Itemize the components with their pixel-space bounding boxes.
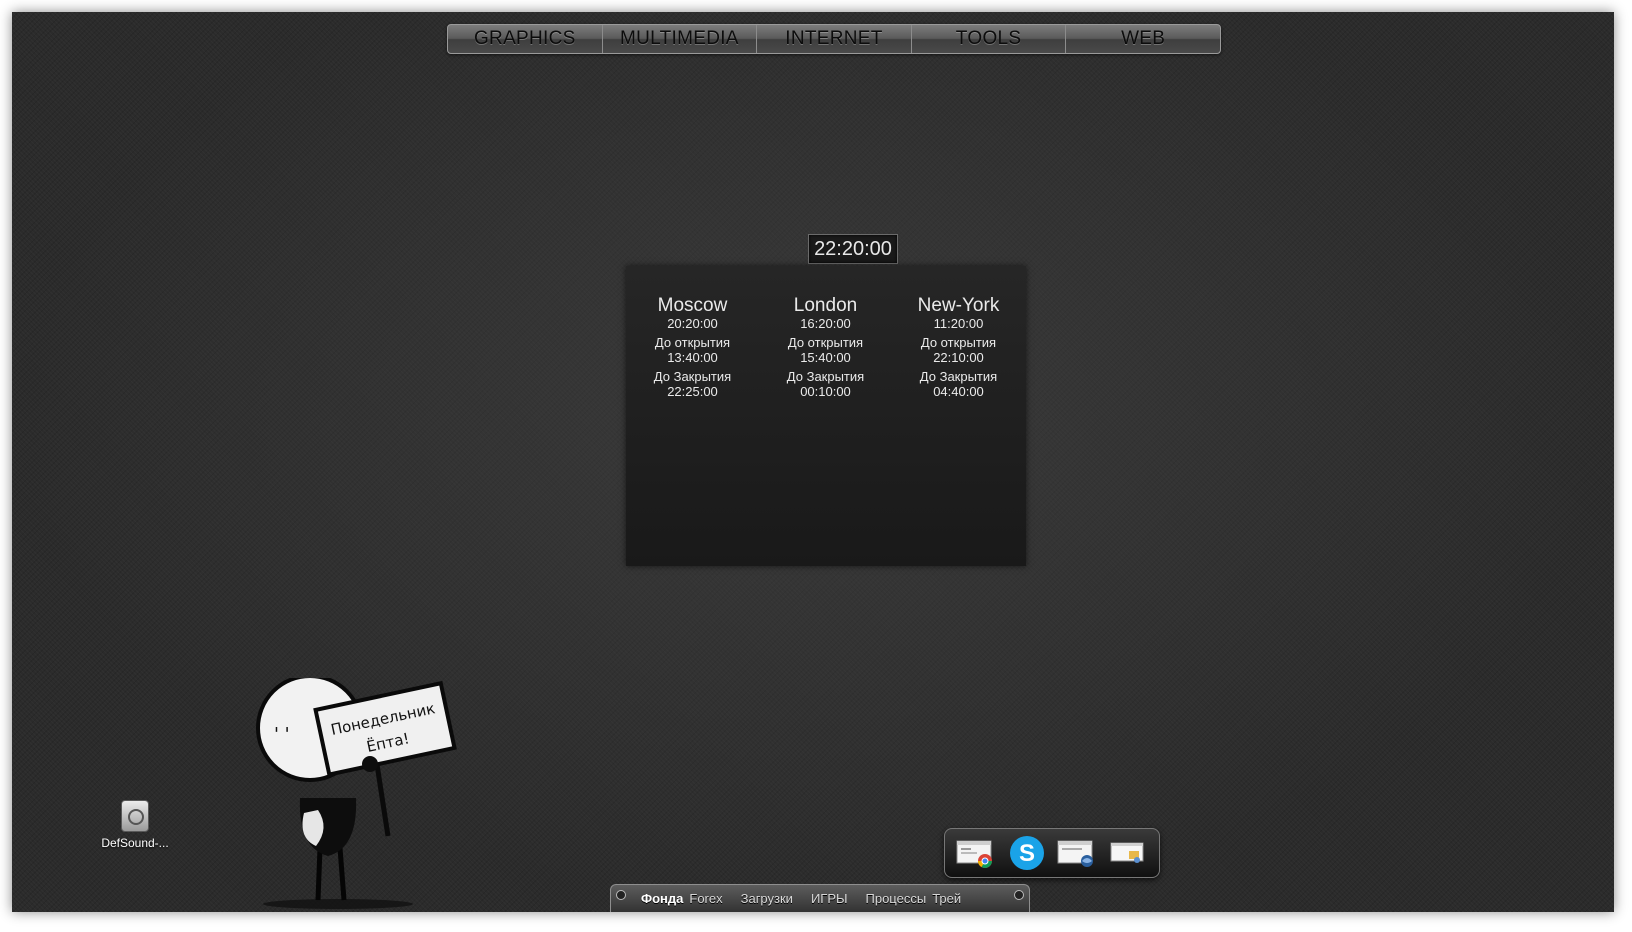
city-time: 11:20:00 — [933, 316, 984, 331]
svg-text:' ': ' ' — [274, 724, 290, 745]
open-label: До открытия — [920, 335, 997, 350]
city-name: New-York — [917, 295, 1000, 316]
top-launcher-menu: GRAPHICS MULTIMEDIA INTERNET TOOLS WEB — [447, 24, 1221, 54]
close-countdown: 22:25:00 — [667, 384, 718, 399]
market-column-london: London 16:20:00 До открытия 15:40:00 До … — [759, 295, 892, 400]
city-time: 16:20:00 — [800, 316, 851, 331]
menu-item-internet[interactable]: INTERNET — [757, 25, 912, 53]
left-rivet-icon — [616, 890, 626, 900]
city-time: 20:20:00 — [667, 316, 718, 331]
menu-item-tools[interactable]: TOOLS — [912, 25, 1067, 53]
desktop-icon-defsound[interactable]: DefSound-... — [90, 800, 180, 850]
close-label: До Закрытия — [653, 369, 732, 384]
menu-item-graphics[interactable]: GRAPHICS — [448, 25, 603, 53]
svg-text:S: S — [1019, 840, 1035, 867]
clock-widget: 22:20:00 — [808, 234, 898, 264]
skype-icon[interactable]: S — [1006, 834, 1048, 872]
city-name: London — [793, 295, 858, 316]
open-label: До открытия — [654, 335, 731, 350]
close-label: До Закрытия — [919, 369, 998, 384]
right-rivet-icon — [1014, 890, 1024, 900]
desktop-icon-label: DefSound-... — [101, 836, 169, 850]
open-label: До открытия — [787, 335, 864, 350]
speaker-file-icon — [121, 800, 149, 832]
desktop: GRAPHICS MULTIMEDIA INTERNET TOOLS WEB 2… — [12, 12, 1614, 912]
close-label: До Закрытия — [786, 369, 865, 384]
tab-processes[interactable]: Процессы — [866, 891, 927, 906]
bottom-tabs: Фонда Forex Загрузки ИГРЫ Процессы Трей — [641, 891, 979, 906]
app-dock: S — [944, 828, 1160, 878]
market-column-new-york: New-York 11:20:00 До открытия 22:10:00 Д… — [892, 295, 1025, 400]
city-name: Moscow — [657, 295, 728, 316]
tab-downloads[interactable]: Загрузки — [741, 891, 793, 906]
wallpaper-cartoon-character: ' ' Понедельник Ёпта! — [256, 678, 457, 909]
thunderbird-window-icon[interactable] — [1056, 834, 1098, 872]
explorer-window-icon[interactable] — [1107, 834, 1149, 872]
market-hours-widget: Moscow 20:20:00 До открытия 13:40:00 До … — [626, 266, 1026, 566]
open-countdown: 22:10:00 — [933, 350, 984, 365]
tab-tray[interactable]: Трей — [932, 891, 961, 906]
tab-fonda[interactable]: Фонда — [641, 891, 683, 906]
menu-item-web[interactable]: WEB — [1066, 25, 1220, 53]
tab-games[interactable]: ИГРЫ — [811, 891, 848, 906]
market-column-moscow: Moscow 20:20:00 До открытия 13:40:00 До … — [626, 295, 759, 400]
close-countdown: 00:10:00 — [800, 384, 851, 399]
open-countdown: 13:40:00 — [667, 350, 718, 365]
close-countdown: 04:40:00 — [933, 384, 984, 399]
open-countdown: 15:40:00 — [800, 350, 851, 365]
tab-forex[interactable]: Forex — [689, 891, 722, 906]
bottom-tab-bar: Фонда Forex Загрузки ИГРЫ Процессы Трей — [610, 884, 1030, 912]
chrome-window-icon[interactable] — [955, 834, 997, 872]
menu-item-multimedia[interactable]: MULTIMEDIA — [603, 25, 758, 53]
